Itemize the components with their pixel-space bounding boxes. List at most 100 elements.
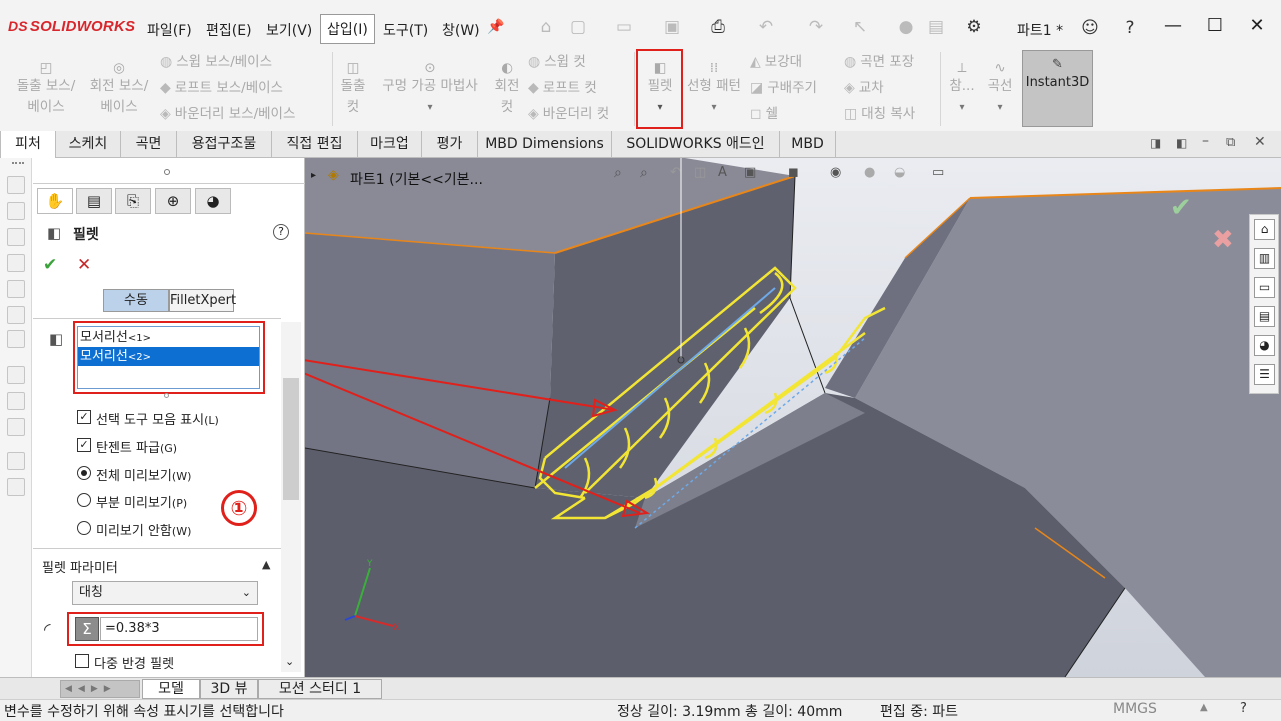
show-selection-toolbar-checkbox[interactable]: ✓ (77, 410, 91, 424)
full-preview-radio[interactable] (77, 466, 91, 480)
wrap-button[interactable]: ◍ 곡면 포장 (844, 52, 914, 73)
tab-motion-study[interactable]: 모션 스터디 1 (258, 679, 382, 699)
file-explorer-icon[interactable]: ▭ (1254, 277, 1275, 298)
tab-direct-editing[interactable]: 직접 편집 (272, 131, 358, 158)
linear-pattern-button[interactable]: ⁞⁞ 선형 패턴 ▾ (684, 58, 744, 118)
no-preview-radio[interactable] (77, 521, 91, 535)
shell-button[interactable]: ◻ 쉘 (750, 104, 778, 125)
multi-radius-checkbox[interactable] (75, 654, 89, 668)
hole-wizard-button[interactable]: ⊙ 구멍 가공 마법사 ▾ (376, 58, 484, 118)
tab-features[interactable]: 피처 (0, 131, 56, 158)
tab-surfaces[interactable]: 곡면 (121, 131, 177, 158)
tab-mbd[interactable]: MBD (780, 131, 836, 158)
user-account-icon[interactable]: ☺ (1080, 18, 1100, 38)
edit-appearance-icon[interactable]: ● (864, 165, 875, 180)
help-icon[interactable]: ? (273, 224, 289, 240)
scrollbar-thumb[interactable] (283, 378, 299, 500)
view-settings-icon[interactable]: ▭ (932, 165, 944, 180)
view-orientation-icon[interactable]: ▣ (744, 165, 756, 180)
save-icon[interactable]: ▣ (662, 17, 682, 37)
grip-handle[interactable] (12, 162, 24, 164)
strip-icon[interactable] (7, 280, 25, 298)
home-icon[interactable]: ⌂ (536, 17, 556, 37)
strip-icon[interactable] (7, 392, 25, 410)
menu-insert[interactable]: 삽입(I) (320, 14, 375, 44)
strip-icon[interactable] (7, 176, 25, 194)
strip-icon[interactable] (7, 330, 25, 348)
scroll-down-icon[interactable]: ⌄ (285, 655, 294, 668)
tab-weldments[interactable]: 용접구조물 (177, 131, 272, 158)
boundary-boss-button[interactable]: ◈ 바운더리 보스/베이스 (160, 104, 295, 125)
expand-tree-arrow-icon[interactable]: ▸ (311, 170, 316, 181)
strip-icon[interactable] (7, 418, 25, 436)
design-library-icon[interactable]: ▥ (1254, 248, 1275, 269)
draft-button[interactable]: ◪ 구배주기 (750, 78, 817, 99)
sweep-boss-button[interactable]: ◍ 스윕 보스/베이스 (160, 52, 272, 73)
rebuild-icon[interactable]: ● (896, 17, 916, 37)
units-chevron-up-icon[interactable]: ▲ (1200, 702, 1208, 713)
tab-solidworks-addins[interactable]: SOLIDWORKS 애드인 (612, 131, 780, 158)
dynamic-annotation-icon[interactable]: A (718, 165, 727, 180)
display-manager-tab-icon[interactable]: ◕ (195, 188, 231, 214)
tab-scroll-buttons[interactable]: ◀◀▶▶ (60, 680, 140, 698)
minimize-doc-icon[interactable]: – (1202, 133, 1209, 149)
undo-icon[interactable]: ↶ (756, 17, 776, 37)
3d-model-view[interactable]: Y X ✔ ✖ (305, 158, 1281, 677)
close-doc-icon[interactable]: ✕ (1254, 134, 1266, 150)
revolve-cut-button[interactable]: ◐ 회전 컷 (490, 58, 524, 118)
strip-icon[interactable] (7, 254, 25, 272)
strip-icon[interactable] (7, 202, 25, 220)
new-document-icon[interactable]: ▢ (568, 17, 588, 37)
tab-model[interactable]: 모델 (142, 679, 200, 699)
tab-mbd-dimensions[interactable]: MBD Dimensions (478, 131, 612, 158)
strip-icon[interactable] (7, 228, 25, 246)
strip-icon[interactable] (7, 366, 25, 384)
strip-icon[interactable] (7, 478, 25, 496)
mirror-button[interactable]: ◫ 대칭 복사 (844, 104, 915, 125)
menu-tools[interactable]: 도구(T) (383, 20, 428, 40)
collapse-chevron-icon[interactable]: ▲ (262, 558, 270, 571)
previous-view-icon[interactable]: ↶ (670, 165, 681, 180)
tab-evaluate[interactable]: 평가 (422, 131, 478, 158)
instant3d-button[interactable]: ✎ Instant3D (1022, 50, 1093, 127)
zoom-to-fit-icon[interactable]: ⌕ (614, 165, 622, 181)
options-gear-icon[interactable]: ⚙ (964, 17, 984, 37)
tab-markup[interactable]: 마크업 (358, 131, 422, 158)
tangent-propagation-checkbox[interactable]: ✓ (77, 438, 91, 452)
solidworks-logo[interactable]: DS SOLIDWORKS (8, 18, 135, 35)
loft-boss-button[interactable]: ◆ 로프트 보스/베이스 (160, 78, 283, 99)
menu-view[interactable]: 보기(V) (266, 20, 312, 40)
chevron-down-icon[interactable]: ▾ (376, 97, 484, 118)
appearances-icon[interactable]: ◕ (1254, 335, 1275, 356)
help-icon[interactable]: ? (1120, 18, 1140, 38)
redo-icon[interactable]: ↷ (806, 17, 826, 37)
resize-handle[interactable] (164, 393, 169, 398)
custom-properties-icon[interactable]: ☰ (1254, 364, 1275, 385)
radius-formula-input[interactable]: =0.38*3 (100, 617, 258, 641)
section-view-icon[interactable]: ◫ (694, 165, 706, 180)
partial-preview-radio[interactable] (77, 493, 91, 507)
loft-cut-button[interactable]: ◆ 로프트 컷 (528, 78, 597, 99)
revolve-boss-button[interactable]: ◎ 회전 보스/ 베이스 (86, 58, 152, 118)
maximize-icon[interactable]: ☐ (1202, 14, 1228, 38)
open-folder-icon[interactable]: ▭ (614, 17, 634, 37)
help-icon[interactable]: ? (1240, 701, 1247, 716)
menu-edit[interactable]: 편집(E) (206, 20, 252, 40)
select-arrow-icon[interactable]: ↖ (850, 17, 870, 37)
extrude-boss-button[interactable]: ◰ 돌출 보스/ 베이스 (10, 58, 82, 118)
strip-icon[interactable] (7, 452, 25, 470)
manual-mode-tab[interactable]: 수동 (103, 289, 169, 312)
cancel-x-icon[interactable]: ✕ (77, 255, 91, 275)
restore-viewport-icon[interactable]: ◨ (1150, 136, 1161, 150)
panel-grip-icon[interactable] (164, 169, 170, 175)
chevron-down-icon[interactable]: ▾ (946, 97, 978, 118)
reference-geometry-button[interactable]: ⟂ 참... ▾ (946, 58, 978, 118)
configuration-tab-icon[interactable]: ⎘ (115, 188, 151, 214)
filletxpert-mode-tab[interactable]: FilletXpert (169, 289, 236, 312)
chevron-down-icon[interactable]: ▾ (684, 97, 744, 118)
menu-window[interactable]: 창(W) (442, 20, 480, 40)
home-icon[interactable]: ⌂ (1254, 219, 1275, 240)
print-icon[interactable]: ⎙ (708, 17, 728, 37)
tile-viewport-icon[interactable]: ◧ (1176, 136, 1187, 150)
file-properties-icon[interactable]: ▤ (926, 17, 946, 37)
